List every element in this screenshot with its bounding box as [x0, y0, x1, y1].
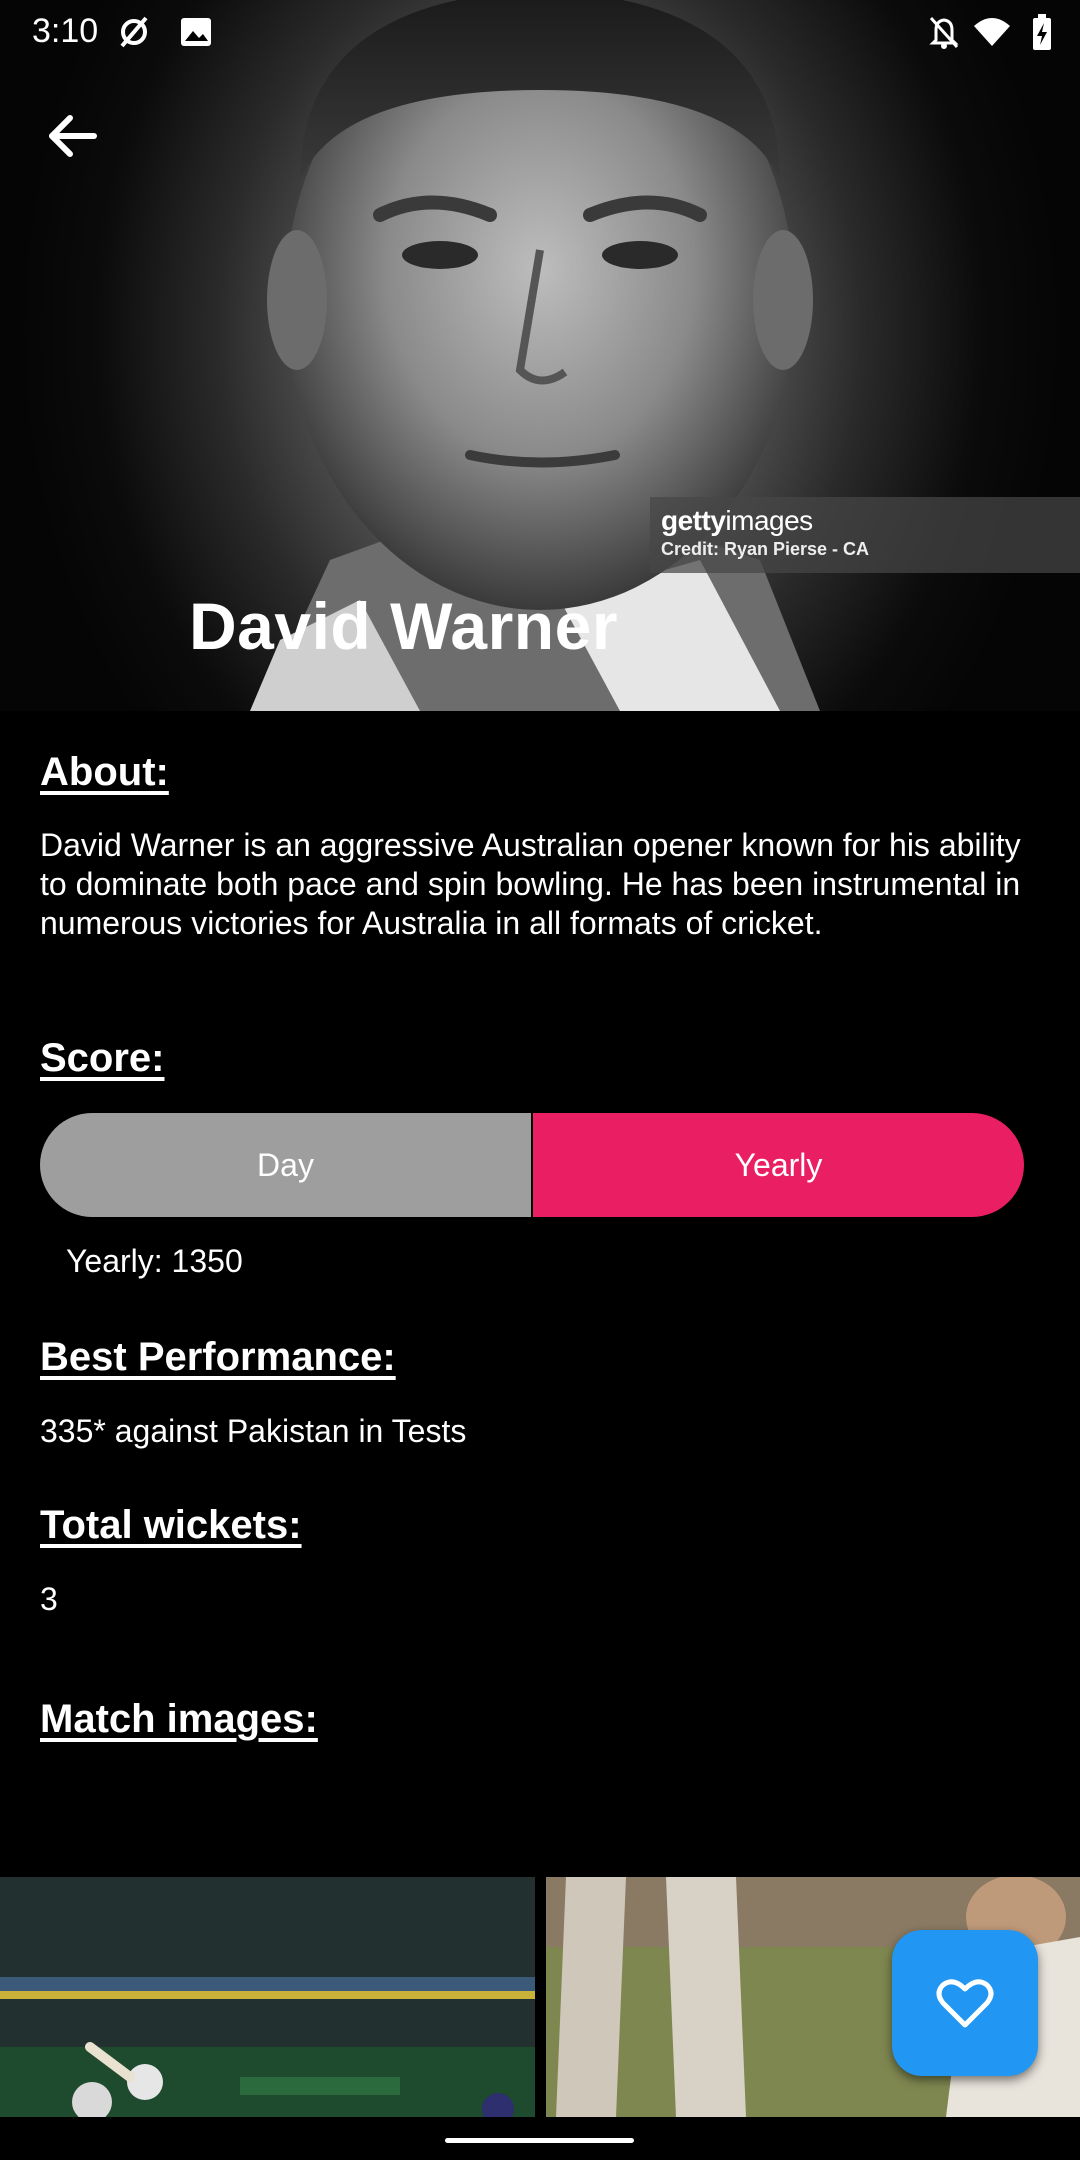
- image-credit: Credit: Ryan Pierse - CA: [661, 539, 870, 559]
- score-heading: Score:: [40, 1036, 165, 1080]
- match-image-1-art: [0, 1877, 535, 2117]
- score-value: Yearly: 1350: [66, 1243, 243, 1279]
- status-bar: 3:10: [0, 0, 1080, 64]
- best-performance-text: 335* against Pakistan in Tests: [40, 1413, 467, 1449]
- notifications-off-icon: [929, 16, 959, 49]
- wifi-icon: [974, 18, 1010, 46]
- score-yearly-option[interactable]: Yearly: [531, 1113, 1024, 1217]
- about-text: David Warner is an aggressive Australian…: [40, 827, 1021, 941]
- status-time: 3:10: [32, 12, 99, 50]
- match-images-heading: Match images:: [40, 1697, 318, 1741]
- best-performance-heading: Best Performance:: [40, 1335, 396, 1379]
- heart-outline-icon: [936, 1979, 994, 2028]
- image-notification-icon: [181, 18, 211, 46]
- player-hero-image: 3:10 gettyimages Credit: Ryan Pierse - C…: [0, 0, 1080, 711]
- match-image-1[interactable]: [0, 1877, 535, 2117]
- getty-logo: gettyimages: [661, 505, 813, 536]
- score-day-option[interactable]: Day: [40, 1113, 531, 1217]
- about-heading: About:: [40, 750, 169, 794]
- back-arrow-icon[interactable]: [34, 100, 114, 180]
- player-detail-screen: 3:10 gettyimages Credit: Ryan Pierse - C…: [0, 0, 1080, 2160]
- player-name: David Warner: [189, 589, 619, 663]
- no-sim-icon: [120, 16, 148, 48]
- score-period-toggle[interactable]: Day Yearly: [40, 1113, 1024, 1217]
- image-watermark: gettyimages Credit: Ryan Pierse - CA: [650, 497, 1080, 573]
- battery-charging-icon: [1033, 14, 1051, 50]
- total-wickets-heading: Total wickets:: [40, 1503, 302, 1547]
- total-wickets-value: 3: [40, 1581, 58, 1617]
- home-indicator[interactable]: [445, 2138, 634, 2143]
- favorite-button[interactable]: [892, 1930, 1038, 2076]
